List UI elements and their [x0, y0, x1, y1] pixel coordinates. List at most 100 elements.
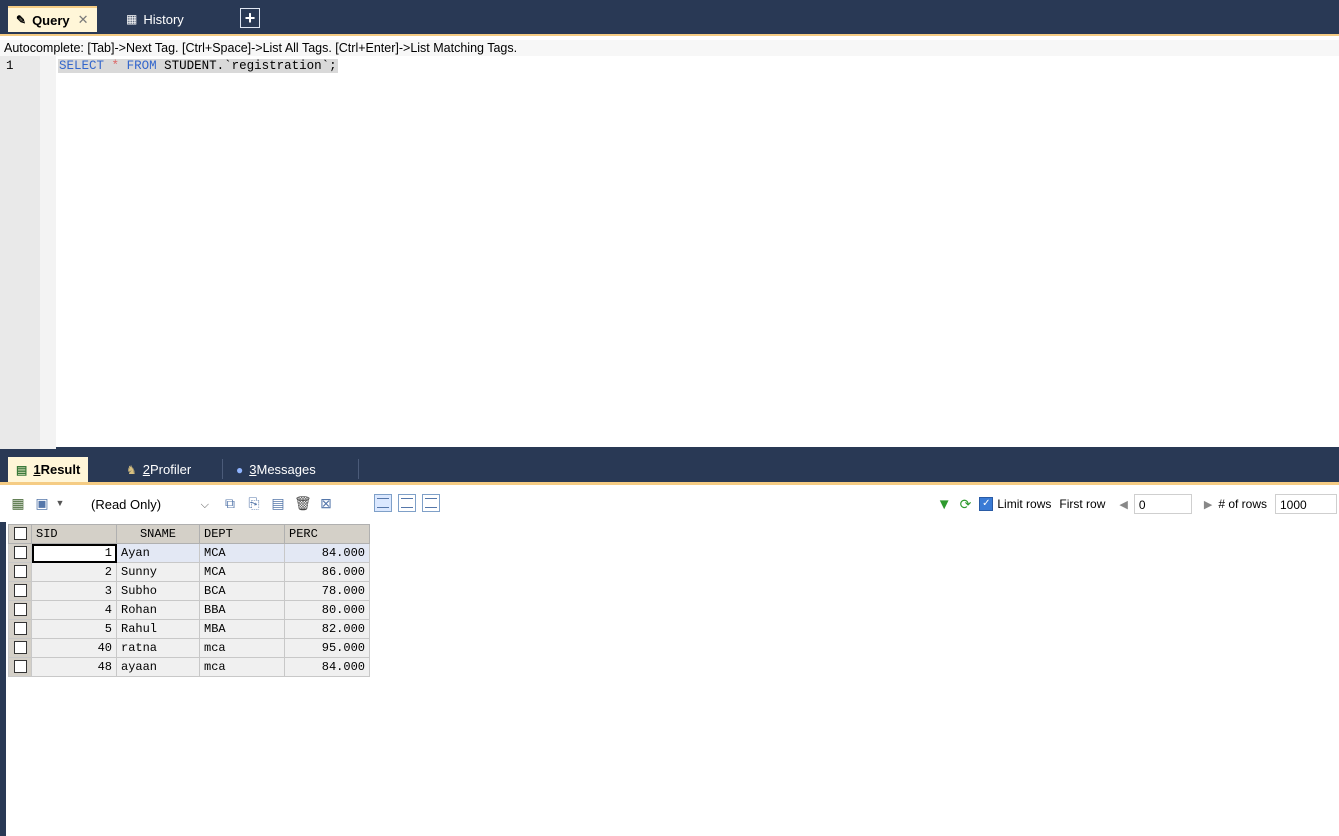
checkbox[interactable]	[13, 660, 27, 674]
row-select-cell[interactable]	[8, 581, 32, 601]
cell-sid[interactable]: 3	[31, 581, 117, 601]
previous-page-icon[interactable]: ◀	[1119, 498, 1127, 511]
num-rows-input[interactable]: 1000	[1275, 494, 1337, 514]
keyword-from: FROM	[126, 59, 157, 73]
result-mode-select[interactable]: (Read Only) ⌵	[86, 493, 214, 515]
tab-result-label: Result	[40, 462, 81, 477]
cell-perc[interactable]: 84.000	[284, 657, 370, 677]
cell-sname[interactable]: Rohan	[116, 600, 200, 620]
cell-sname[interactable]: Sunny	[116, 562, 200, 582]
first-row-input[interactable]: 0	[1133, 494, 1192, 514]
insert-row-icon[interactable]: ⧉	[222, 495, 238, 511]
cell-sid[interactable]: 40	[31, 638, 117, 658]
cell-dept[interactable]: MBA	[199, 619, 285, 639]
cell-dept[interactable]: BCA	[199, 581, 285, 601]
tab-messages-label: Messages	[256, 462, 316, 477]
result-tab-strip: ▤ 1 Result ♞ 2 Profiler ● 3 Messages	[0, 449, 1339, 482]
checkbox[interactable]	[13, 641, 27, 655]
cell-sname[interactable]: Rahul	[116, 619, 200, 639]
row-select-cell[interactable]	[8, 562, 32, 582]
cell-dept[interactable]: BBA	[199, 600, 285, 620]
text-view-button[interactable]	[422, 494, 440, 512]
cell-dept[interactable]: mca	[199, 638, 285, 658]
tab-messages[interactable]: ● 3 Messages	[228, 457, 324, 482]
refresh-icon[interactable]: ⟳	[960, 496, 972, 513]
cell-sname[interactable]: ayaan	[116, 657, 200, 677]
profiler-icon: ♞	[126, 462, 137, 477]
checkbox[interactable]	[13, 565, 27, 579]
info-icon: ●	[236, 462, 244, 477]
delete-icon[interactable]: 🗑	[294, 495, 312, 511]
new-tab-button[interactable]: +	[240, 8, 260, 28]
table-row[interactable]: 5 Rahul MBA 82.000	[8, 619, 370, 639]
text-icon	[425, 498, 437, 508]
row-select-cell[interactable]	[8, 638, 32, 658]
row-select-cell[interactable]	[8, 619, 32, 639]
filter-icon[interactable]: ▼	[937, 496, 952, 513]
fold-margin	[40, 56, 56, 449]
checkbox[interactable]	[13, 527, 27, 541]
table-row[interactable]: 3 Subho BCA 78.000	[8, 581, 370, 601]
cell-dept[interactable]: MCA	[199, 543, 285, 563]
cell-perc[interactable]: 95.000	[284, 638, 370, 658]
checkbox[interactable]	[13, 622, 27, 636]
cell-perc[interactable]: 78.000	[284, 581, 370, 601]
select-all-cell[interactable]	[8, 524, 32, 544]
cell-sname[interactable]: Ayan	[116, 543, 200, 563]
tab-profiler-num: 2	[142, 462, 150, 477]
row-select-cell[interactable]	[8, 600, 32, 620]
chevron-down-icon[interactable]: ▼	[52, 495, 68, 511]
row-select-cell[interactable]	[8, 657, 32, 677]
cell-dept[interactable]: MCA	[199, 562, 285, 582]
cell-perc[interactable]: 82.000	[284, 619, 370, 639]
checkbox[interactable]	[13, 603, 27, 617]
save-icon[interactable]: ▤	[270, 495, 286, 511]
cell-perc[interactable]: 86.000	[284, 562, 370, 582]
cell-sid[interactable]: 5	[31, 619, 117, 639]
keyword-select: SELECT	[59, 59, 105, 73]
checkbox[interactable]	[13, 584, 27, 598]
next-page-icon[interactable]: ▶	[1204, 498, 1212, 511]
form-view-button[interactable]	[398, 494, 416, 512]
close-icon[interactable]: ✕	[78, 12, 89, 28]
row-limit-controls: ▼ ⟳ ✓ Limit rows First row ◀ 0 ▶ # of ro…	[937, 493, 1339, 515]
tab-query-label: Query	[32, 12, 70, 28]
column-header-perc[interactable]: PERC	[284, 524, 370, 544]
add-row-icon[interactable]: ▦	[10, 495, 26, 511]
cell-sname[interactable]: ratna	[116, 638, 200, 658]
cell-sid[interactable]: 2	[31, 562, 117, 582]
table-row[interactable]: 40 ratna mca 95.000	[8, 638, 370, 658]
column-header-dept[interactable]: DEPT	[199, 524, 285, 544]
discard-icon[interactable]: ⊠	[318, 495, 334, 511]
grid-view-button[interactable]	[374, 494, 392, 512]
tab-result[interactable]: ▤ 1 Result	[8, 457, 89, 482]
sql-code-line[interactable]: SELECT * FROM STUDENT.`registration`;	[58, 59, 338, 73]
limit-rows-checkbox[interactable]: ✓	[979, 497, 994, 511]
cell-perc[interactable]: 80.000	[284, 600, 370, 620]
grid-icon	[377, 498, 389, 508]
form-icon	[401, 498, 413, 508]
table-row[interactable]: 4 Rohan BBA 80.000	[8, 600, 370, 620]
tab-query[interactable]: ✎ Query ✕	[8, 6, 97, 32]
duplicate-row-icon[interactable]: ⎘	[246, 495, 262, 511]
sql-editor[interactable]: Autocomplete: [Tab]->Next Tag. [Ctrl+Spa…	[0, 34, 1339, 449]
cell-dept[interactable]: mca	[199, 657, 285, 677]
export-icon[interactable]: ▣	[34, 495, 50, 511]
cell-sid[interactable]: 4	[31, 600, 117, 620]
cell-perc[interactable]: 84.000	[284, 543, 370, 563]
tab-profiler[interactable]: ♞ 2 Profiler	[118, 457, 199, 482]
results-grid[interactable]: SID SNAME DEPT PERC 1 Ayan MCA 84.000 2 Sunny…	[6, 522, 1339, 836]
tab-history-label: History	[143, 11, 184, 27]
cell-sid[interactable]: 1	[31, 543, 117, 563]
row-select-cell[interactable]	[8, 543, 32, 563]
cell-sname[interactable]: Subho	[116, 581, 200, 601]
checkbox[interactable]	[13, 546, 27, 560]
tab-history[interactable]: ▦ History	[118, 6, 192, 32]
star-operator: *	[111, 59, 120, 73]
cell-sid[interactable]: 48	[31, 657, 117, 677]
table-row[interactable]: 48 ayaan mca 84.000	[8, 657, 370, 677]
column-header-sid[interactable]: SID	[31, 524, 117, 544]
column-header-sname[interactable]: SNAME	[116, 524, 200, 544]
table-row[interactable]: 2 Sunny MCA 86.000	[8, 562, 370, 582]
table-row[interactable]: 1 Ayan MCA 84.000	[8, 543, 370, 563]
